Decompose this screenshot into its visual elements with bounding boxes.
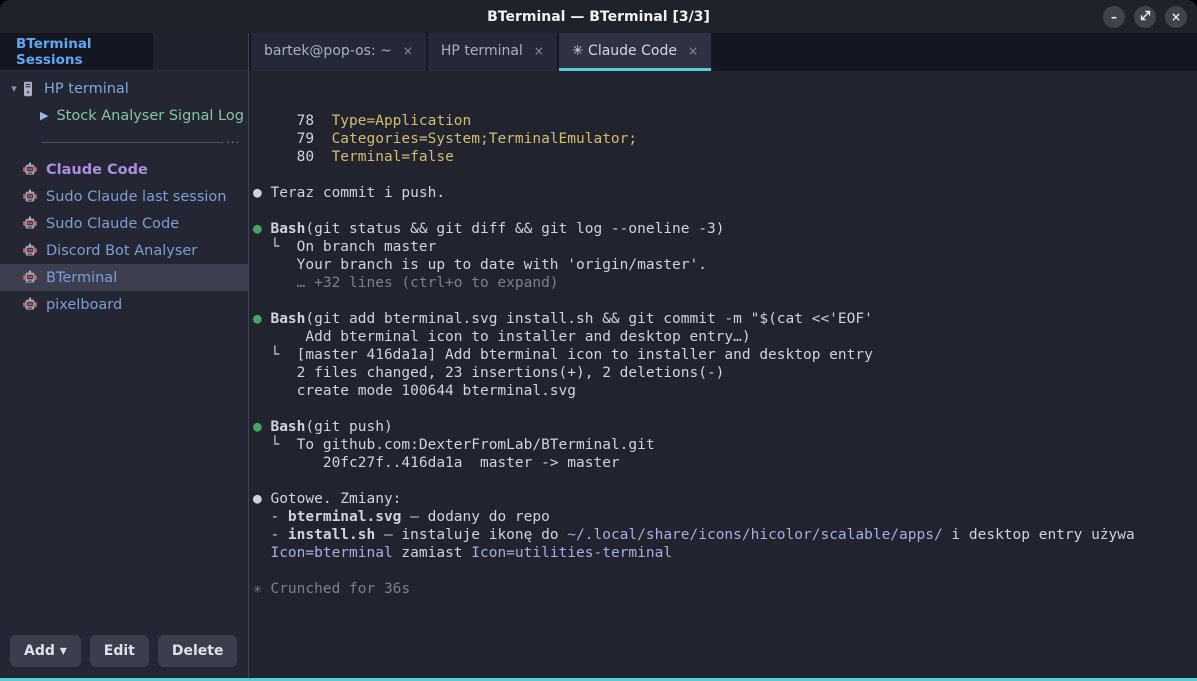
terminal-line: 80 Terminal=false <box>253 148 1197 166</box>
terminal-line <box>253 202 1197 220</box>
terminal-output[interactable]: 78 Type=Application 79 Categories=System… <box>249 71 1197 678</box>
divider-line <box>42 142 223 143</box>
sidebar-item-bterminal[interactable]: BTerminal <box>0 264 248 291</box>
terminal-line: … +32 lines (ctrl+o to expand) <box>253 274 1197 292</box>
sidebar-item-discord-bot-analyser[interactable]: Discord Bot Analyser <box>0 237 248 264</box>
bterminal-window: BTerminal — BTerminal [3/3] – × BTermina… <box>0 0 1197 681</box>
sidebar-item-stock-analyser-signal-log[interactable]: ▶ Stock Analyser Signal Log <box>0 102 248 129</box>
terminal-line: 78 Type=Application <box>253 112 1197 130</box>
maximize-button[interactable] <box>1134 6 1156 28</box>
terminal-line: Icon=bterminal zamiast Icon=utilities-te… <box>253 544 1197 562</box>
terminal-pane: bartek@pop-os: ~×HP terminal×✳ Claude Co… <box>248 33 1197 678</box>
sidebar-item-sudo-claude-last-session[interactable]: Sudo Claude last session <box>0 183 248 210</box>
overflow-dots: ··· <box>227 136 241 149</box>
terminal-line <box>253 472 1197 490</box>
sidebar-item-label: Sudo Claude last session <box>46 189 226 205</box>
tab-bar: bartek@pop-os: ~×HP terminal×✳ Claude Co… <box>249 33 1197 71</box>
robot-icon <box>22 297 38 312</box>
terminal-line: ● Bash(git add bterminal.svg install.sh … <box>253 310 1197 328</box>
terminal-line: create mode 100644 bterminal.svg <box>253 382 1197 400</box>
sidebar-header-row: BTerminal Sessions <box>0 33 248 71</box>
tab-close-icon[interactable]: × <box>534 44 544 58</box>
terminal-line: 2 files changed, 23 insertions(+), 2 del… <box>253 364 1197 382</box>
sidebar-item-hp-terminal[interactable]: ▾ HP terminal <box>0 75 248 102</box>
sidebar-item-pixelboard[interactable]: pixelboard <box>0 291 248 318</box>
robot-icon <box>22 270 38 285</box>
terminal-line <box>253 292 1197 310</box>
tab-label: ✳ Claude Code <box>572 43 677 59</box>
computer-icon <box>22 81 34 97</box>
tab-hp-terminal[interactable]: HP terminal × <box>428 33 557 71</box>
sidebar-item-claude-code[interactable]: Claude Code <box>0 156 248 183</box>
terminal-line: ✳ Crunched for 36s <box>253 580 1197 598</box>
sessions-header-label: BTerminal Sessions <box>16 36 153 68</box>
terminal-line: ● Bash(git status && git diff && git log… <box>253 220 1197 238</box>
tab-close-icon[interactable]: × <box>688 44 698 58</box>
window-content: BTerminal Sessions ▾ HP terminal ▶ Stock An… <box>0 33 1197 678</box>
robot-icon <box>22 189 38 204</box>
play-icon: ▶ <box>40 109 48 122</box>
terminal-line: 20fc27f..416da1a master -> master <box>253 454 1197 472</box>
terminal-line <box>253 562 1197 580</box>
delete-button[interactable]: Delete <box>158 635 238 667</box>
tab-label: HP terminal <box>441 43 523 59</box>
terminal-lines: 78 Type=Application 79 Categories=System… <box>253 112 1197 598</box>
terminal-line: └ [master 416da1a] Add bterminal icon to… <box>253 346 1197 364</box>
terminal-line: ● Teraz commit i push. <box>253 184 1197 202</box>
terminal-line: └ On branch master <box>253 238 1197 256</box>
terminal-line: Add bterminal icon to installer and desk… <box>253 328 1197 346</box>
robot-icon <box>22 162 38 177</box>
window-controls: – × <box>1103 0 1187 33</box>
tab-bartek-pop-os[interactable]: bartek@pop-os: ~ × <box>251 33 426 71</box>
close-button[interactable]: × <box>1165 6 1187 28</box>
terminal-line: - install.sh — instaluje ikonę do ~/.loc… <box>253 526 1197 544</box>
tab-claude-code[interactable]: ✳ Claude Code × <box>559 33 711 71</box>
sidebar-divider: ··· <box>0 129 248 156</box>
minimize-icon: – <box>1111 10 1117 24</box>
sessions-sidebar: BTerminal Sessions ▾ HP terminal ▶ Stock An… <box>0 33 248 678</box>
title-bar: BTerminal — BTerminal [3/3] – × <box>0 0 1197 33</box>
sessions-tree: ▾ HP terminal ▶ Stock Analyser Signal Log ··… <box>0 71 248 625</box>
sessions-header-tab[interactable]: BTerminal Sessions <box>0 33 153 70</box>
robot-icon <box>22 243 38 258</box>
sidebar-item-label: Stock Analyser Signal Log <box>56 108 243 124</box>
terminal-line: 79 Categories=System;TerminalEmulator; <box>253 130 1197 148</box>
window-title: BTerminal — BTerminal [3/3] <box>487 9 710 25</box>
maximize-icon <box>1140 10 1151 24</box>
sidebar-item-label: Discord Bot Analyser <box>46 243 197 259</box>
terminal-line: └ To github.com:DexterFromLab/BTerminal.… <box>253 436 1197 454</box>
terminal-line: Your branch is up to date with 'origin/m… <box>253 256 1197 274</box>
terminal-line: ● Gotowe. Zmiany: <box>253 490 1197 508</box>
sidebar-item-label: HP terminal <box>44 81 129 97</box>
terminal-line: - bterminal.svg — dodany do repo <box>253 508 1197 526</box>
sidebar-item-sudo-claude-code[interactable]: Sudo Claude Code <box>0 210 248 237</box>
edit-button[interactable]: Edit <box>90 635 149 667</box>
terminal-line <box>253 400 1197 418</box>
add-button[interactable]: Add ▾ <box>10 635 81 667</box>
sidebar-item-label: BTerminal <box>46 270 117 286</box>
sidebar-buttons: Add ▾ Edit Delete <box>0 625 248 678</box>
terminal-line: ● Bash(git push) <box>253 418 1197 436</box>
sidebar-item-label: Claude Code <box>46 162 148 178</box>
robot-icon <box>22 216 38 231</box>
chevron-down-icon[interactable]: ▾ <box>6 82 22 95</box>
close-icon: × <box>1171 10 1181 24</box>
minimize-button[interactable]: – <box>1103 6 1125 28</box>
sidebar-item-label: pixelboard <box>46 297 122 313</box>
tab-close-icon[interactable]: × <box>403 44 413 58</box>
tab-label: bartek@pop-os: ~ <box>264 43 392 59</box>
terminal-line <box>253 166 1197 184</box>
sidebar-item-label: Sudo Claude Code <box>46 216 179 232</box>
